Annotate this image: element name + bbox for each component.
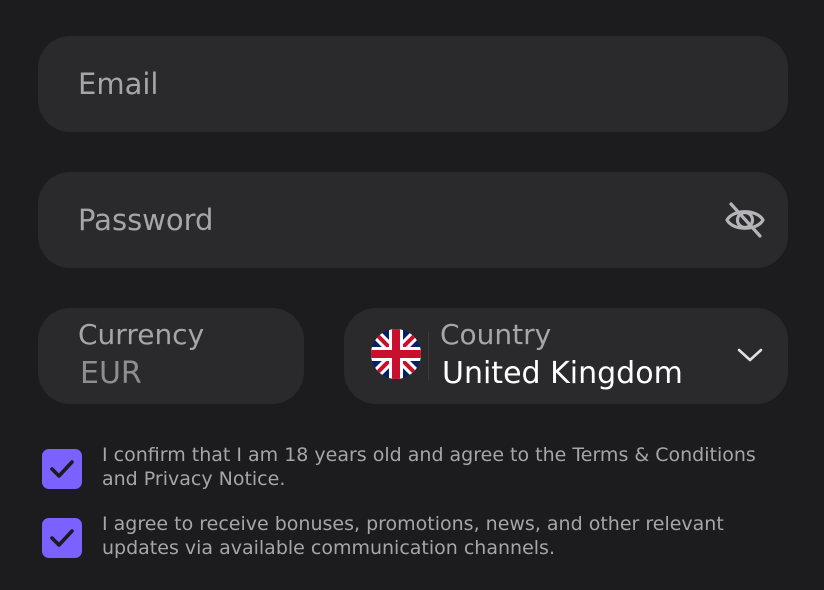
currency-value: EUR xyxy=(80,356,142,391)
email-field[interactable]: Email xyxy=(38,36,788,132)
marketing-text: I agree to receive bonuses, promotions, … xyxy=(102,513,724,559)
country-value: United Kingdom xyxy=(442,356,683,391)
currency-label: Currency xyxy=(78,318,205,351)
marketing-checkbox[interactable] xyxy=(42,518,82,558)
age-terms-text: I confirm that I am 18 years old and agr… xyxy=(102,444,756,490)
password-placeholder: Password xyxy=(78,203,214,237)
uk-flag-icon xyxy=(371,329,421,379)
password-field[interactable]: Password xyxy=(38,172,788,268)
flag-divider xyxy=(428,332,429,380)
email-placeholder: Email xyxy=(78,67,159,101)
age-terms-checkbox[interactable] xyxy=(42,449,82,489)
country-select[interactable]: Country United Kingdom xyxy=(344,308,788,404)
currency-field[interactable]: Currency EUR xyxy=(38,308,304,404)
registration-form: Email Password Currency EUR Country Unit… xyxy=(0,0,824,590)
country-label: Country xyxy=(440,318,552,351)
chevron-down-icon[interactable] xyxy=(736,344,764,366)
eye-off-icon[interactable] xyxy=(724,200,766,240)
